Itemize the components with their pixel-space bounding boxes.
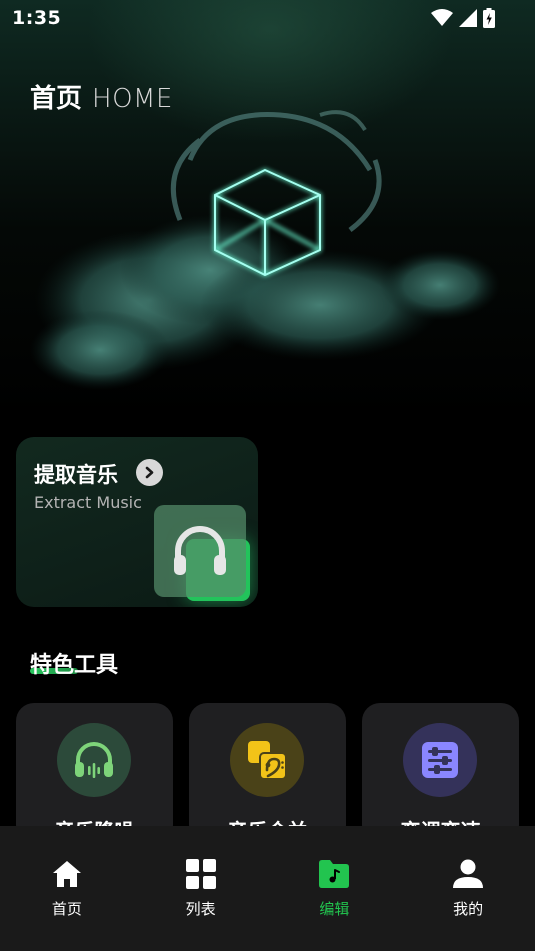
grid-icon xyxy=(185,858,216,890)
nav-label: 首页 xyxy=(51,900,82,918)
user-icon xyxy=(453,858,484,890)
features-section-title-text: 特色工具 xyxy=(30,653,119,678)
page-title-cn: 首页 xyxy=(30,84,83,114)
headphones-icon xyxy=(154,505,246,597)
hero-smoke-cube-illustration xyxy=(30,110,500,390)
page-title: 首页 HOME xyxy=(30,78,173,115)
chevron-right-icon xyxy=(136,459,163,486)
headphones-wave-icon xyxy=(57,723,131,797)
nav-label: 列表 xyxy=(185,900,216,918)
sliders-icon xyxy=(403,723,477,797)
bottom-navigation: 首页 列表 编辑 我的 xyxy=(0,826,535,951)
tool-card-pitch-speed[interactable]: 变调变速 xyxy=(362,703,519,843)
battery-charging-icon xyxy=(483,8,495,28)
status-time: 1:35 xyxy=(12,7,62,29)
extract-music-title: 提取音乐 xyxy=(34,463,118,487)
tool-card-noise-reduction[interactable]: 音乐降噪 xyxy=(16,703,173,843)
features-section-title: 特色工具 xyxy=(30,647,118,679)
status-bar: 1:35 xyxy=(0,0,535,36)
wifi-icon xyxy=(431,9,453,26)
nav-item-edit[interactable]: 编辑 xyxy=(268,826,402,951)
nav-item-mine[interactable]: 我的 xyxy=(401,826,535,951)
tool-card-music-merge[interactable]: 音乐合并 xyxy=(189,703,346,843)
nav-label: 我的 xyxy=(453,900,484,918)
status-icons xyxy=(431,8,495,28)
bass-clef-icon xyxy=(230,723,304,797)
extract-music-subtitle: Extract Music xyxy=(34,493,142,512)
nav-label: 编辑 xyxy=(319,900,350,918)
page-title-en: HOME xyxy=(92,84,173,114)
nav-item-list[interactable]: 列表 xyxy=(134,826,268,951)
nav-item-home[interactable]: 首页 xyxy=(0,826,134,951)
extract-music-card[interactable]: 提取音乐 Extract Music xyxy=(16,437,258,607)
cell-signal-icon xyxy=(459,9,477,27)
folder-music-icon xyxy=(319,858,350,890)
home-icon xyxy=(52,858,82,890)
